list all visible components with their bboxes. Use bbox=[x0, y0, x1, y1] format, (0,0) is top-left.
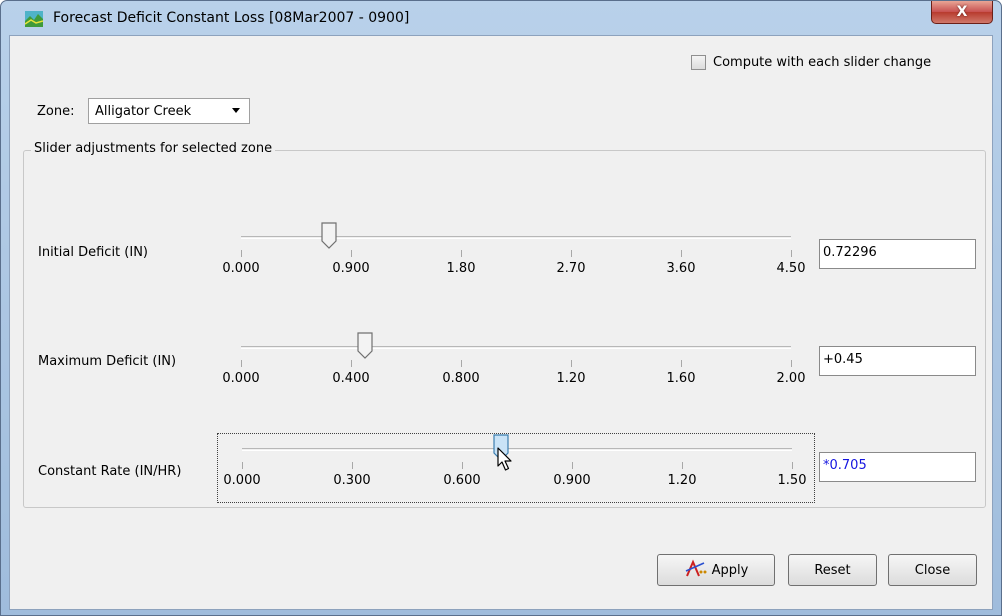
slider-tick bbox=[461, 250, 462, 257]
maximum-deficit-value-field[interactable]: +0.45 bbox=[819, 346, 976, 376]
slider-tick-label: 0.400 bbox=[332, 371, 370, 386]
apply-icon bbox=[684, 559, 708, 581]
reset-button-label: Reset bbox=[814, 562, 851, 578]
slider-tick-label: 0.900 bbox=[553, 473, 591, 488]
slider-tick-label: 2.00 bbox=[776, 371, 806, 386]
slider-tick bbox=[241, 360, 242, 367]
slider-tick bbox=[791, 360, 792, 367]
window-title: Forecast Deficit Constant Loss [08Mar200… bbox=[53, 10, 410, 26]
slider-tick bbox=[241, 250, 242, 257]
slider-tick bbox=[792, 462, 793, 469]
slider-tick-label: 0.900 bbox=[332, 261, 370, 276]
slider-tick bbox=[682, 462, 683, 469]
slider-tick bbox=[351, 250, 352, 257]
slider-tick bbox=[352, 462, 353, 469]
compute-checkbox-row[interactable]: Compute with each slider change bbox=[691, 55, 931, 70]
zone-select[interactable]: Alligator Creek bbox=[88, 98, 250, 124]
slider-tick bbox=[351, 360, 352, 367]
constant-rate-value-field[interactable]: *0.705 bbox=[819, 452, 976, 482]
slider-tick-label: 0.000 bbox=[222, 371, 260, 386]
slider-tick-label: 1.50 bbox=[777, 473, 807, 488]
zone-selected-value: Alligator Creek bbox=[95, 103, 192, 119]
slider-tick bbox=[681, 250, 682, 257]
slider-tick bbox=[242, 462, 243, 469]
window-close-button[interactable]: X bbox=[931, 1, 993, 24]
initial-deficit-label: Initial Deficit (IN) bbox=[38, 245, 148, 260]
slider-tick-label: 1.20 bbox=[556, 371, 586, 386]
slider-tick-label: 1.20 bbox=[667, 473, 697, 488]
slider-tick bbox=[571, 250, 572, 257]
maximum-deficit-label: Maximum Deficit (IN) bbox=[38, 354, 177, 369]
slider-tick bbox=[571, 360, 572, 367]
slider-thumb[interactable] bbox=[320, 222, 338, 250]
slider-tick-label: 0.800 bbox=[442, 371, 480, 386]
slider-thumb[interactable] bbox=[356, 332, 374, 360]
slider-tick-label: 3.60 bbox=[666, 261, 696, 276]
reset-button[interactable]: Reset bbox=[788, 554, 877, 586]
slider-tick-label: 1.80 bbox=[446, 261, 476, 276]
slider-tick bbox=[791, 250, 792, 257]
apply-button-label: Apply bbox=[711, 562, 749, 578]
slider-tick-label: 2.70 bbox=[556, 261, 586, 276]
slider-tick bbox=[461, 360, 462, 367]
close-icon: X bbox=[956, 4, 968, 20]
chevron-down-icon[interactable] bbox=[225, 101, 247, 121]
constant-rate-slider[interactable]: 0.000 0.300 0.600 0.900 1.20 1.50 bbox=[217, 433, 815, 503]
slider-tick-label: 0.600 bbox=[443, 473, 481, 488]
slider-tick-label: 0.000 bbox=[223, 473, 261, 488]
slider-tick bbox=[462, 462, 463, 469]
slider-tick-label: 0.300 bbox=[333, 473, 371, 488]
compute-checkbox-label: Compute with each slider change bbox=[713, 55, 932, 70]
slider-tick-label: 4.50 bbox=[776, 261, 806, 276]
slider-tick bbox=[572, 462, 573, 469]
slider-tick-label: 1.60 bbox=[666, 371, 696, 386]
slider-track bbox=[242, 448, 792, 451]
constant-rate-label: Constant Rate (IN/HR) bbox=[38, 464, 182, 479]
close-button-label: Close bbox=[914, 562, 951, 578]
app-icon bbox=[24, 11, 44, 27]
initial-deficit-slider[interactable]: 0.000 0.900 1.80 2.70 3.60 4.50 bbox=[217, 222, 815, 292]
compute-checkbox[interactable] bbox=[691, 55, 706, 70]
close-button[interactable]: Close bbox=[888, 554, 977, 586]
initial-deficit-value-field[interactable]: 0.72296 bbox=[819, 239, 976, 269]
apply-button[interactable]: Apply bbox=[657, 554, 775, 586]
slider-tick-label: 0.000 bbox=[222, 261, 260, 276]
mouse-cursor-icon bbox=[497, 447, 515, 477]
maximum-deficit-slider[interactable]: 0.000 0.400 0.800 1.20 1.60 2.00 bbox=[217, 332, 815, 402]
title-bar[interactable]: Forecast Deficit Constant Loss [08Mar200… bbox=[1, 1, 1001, 35]
slider-track bbox=[241, 346, 791, 349]
slider-tick bbox=[681, 360, 682, 367]
zone-label: Zone: bbox=[37, 104, 75, 119]
dialog-window: Forecast Deficit Constant Loss [08Mar200… bbox=[0, 0, 1002, 616]
slider-group-title: Slider adjustments for selected zone bbox=[31, 141, 276, 156]
